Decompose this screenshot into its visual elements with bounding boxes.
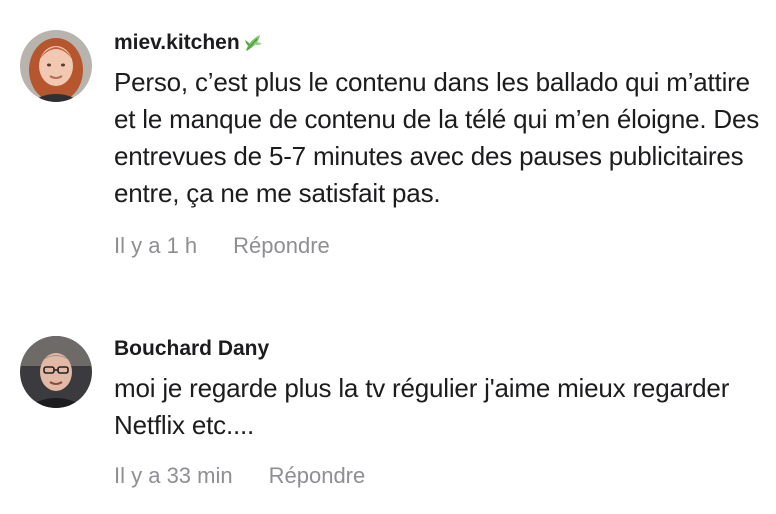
comment-meta: Il y a 1 h Répondre (114, 232, 768, 260)
comment-timestamp: Il y a 1 h (114, 233, 198, 258)
author-name[interactable]: miev.kitchen (114, 30, 240, 56)
comment-timestamp: Il y a 33 min (114, 463, 233, 488)
avatar[interactable] (20, 30, 92, 102)
comment-text: moi je regarde plus la tv régulier j'aim… (114, 373, 730, 440)
comment-text: Perso, c’est plus le contenu dans les ba… (114, 67, 760, 208)
comment-body: miev.kitchen Perso, c’est plus le conten… (114, 30, 768, 260)
comment-meta: Il y a 33 min Répondre (114, 462, 768, 490)
leaf-icon (242, 31, 266, 55)
avatar[interactable] (20, 336, 92, 408)
reply-button[interactable]: Répondre (269, 462, 366, 490)
comment-body: Bouchard Dany moi je regarde plus la tv … (114, 336, 768, 490)
author-name[interactable]: Bouchard Dany (114, 336, 269, 362)
comment-author[interactable]: miev.kitchen (114, 30, 768, 56)
reply-button[interactable]: Répondre (233, 232, 330, 260)
comment-author[interactable]: Bouchard Dany (114, 336, 768, 362)
